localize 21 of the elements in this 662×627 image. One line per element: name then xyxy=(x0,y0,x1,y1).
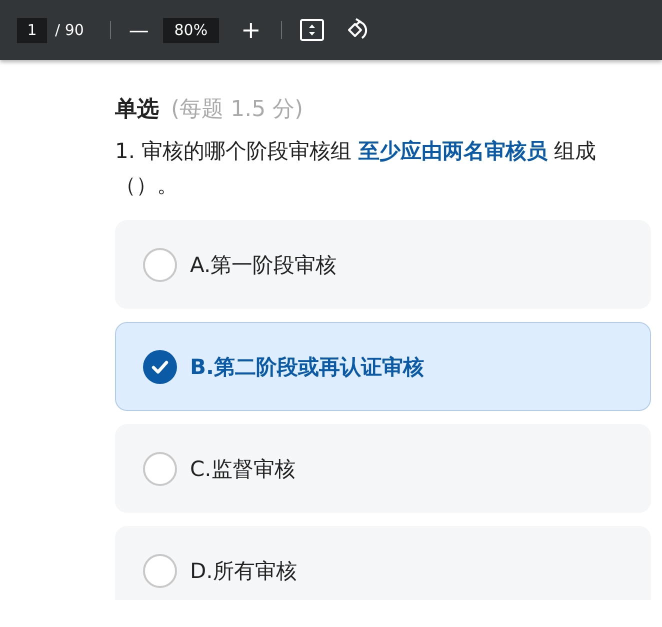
answer-option[interactable]: A.第一阶段审核 xyxy=(115,220,651,309)
option-label: A.第一阶段审核 xyxy=(190,252,337,278)
zoom-field[interactable]: 80% xyxy=(162,18,219,42)
question-text: 1. 审核的哪个阶段审核组 至少应由两名审核员 组成（）。 xyxy=(115,138,598,199)
answer-option[interactable]: C.监督审核 xyxy=(115,424,651,513)
radio-button[interactable] xyxy=(143,554,177,588)
zoom-in-button[interactable]: + xyxy=(240,16,262,44)
radio-button[interactable] xyxy=(143,452,177,486)
score-note: (每题 1.5 分) xyxy=(171,96,304,124)
option-label: C.监督审核 xyxy=(190,456,296,482)
radio-button[interactable] xyxy=(143,248,177,282)
answer-option[interactable]: B.第二阶段或再认证审核 xyxy=(115,322,651,411)
page-count: / 90 xyxy=(55,21,84,39)
option-label: D.所有审核 xyxy=(190,558,297,584)
option-label: B.第二阶段或再认证审核 xyxy=(190,354,424,380)
section-title: 单选 xyxy=(115,96,159,124)
fit-page-icon[interactable] xyxy=(300,19,324,41)
check-icon xyxy=(143,350,177,384)
zoom-out-button[interactable]: — xyxy=(128,18,149,42)
answer-option[interactable]: D.所有审核 xyxy=(115,526,651,600)
page-number-field[interactable]: 1 xyxy=(17,18,47,42)
